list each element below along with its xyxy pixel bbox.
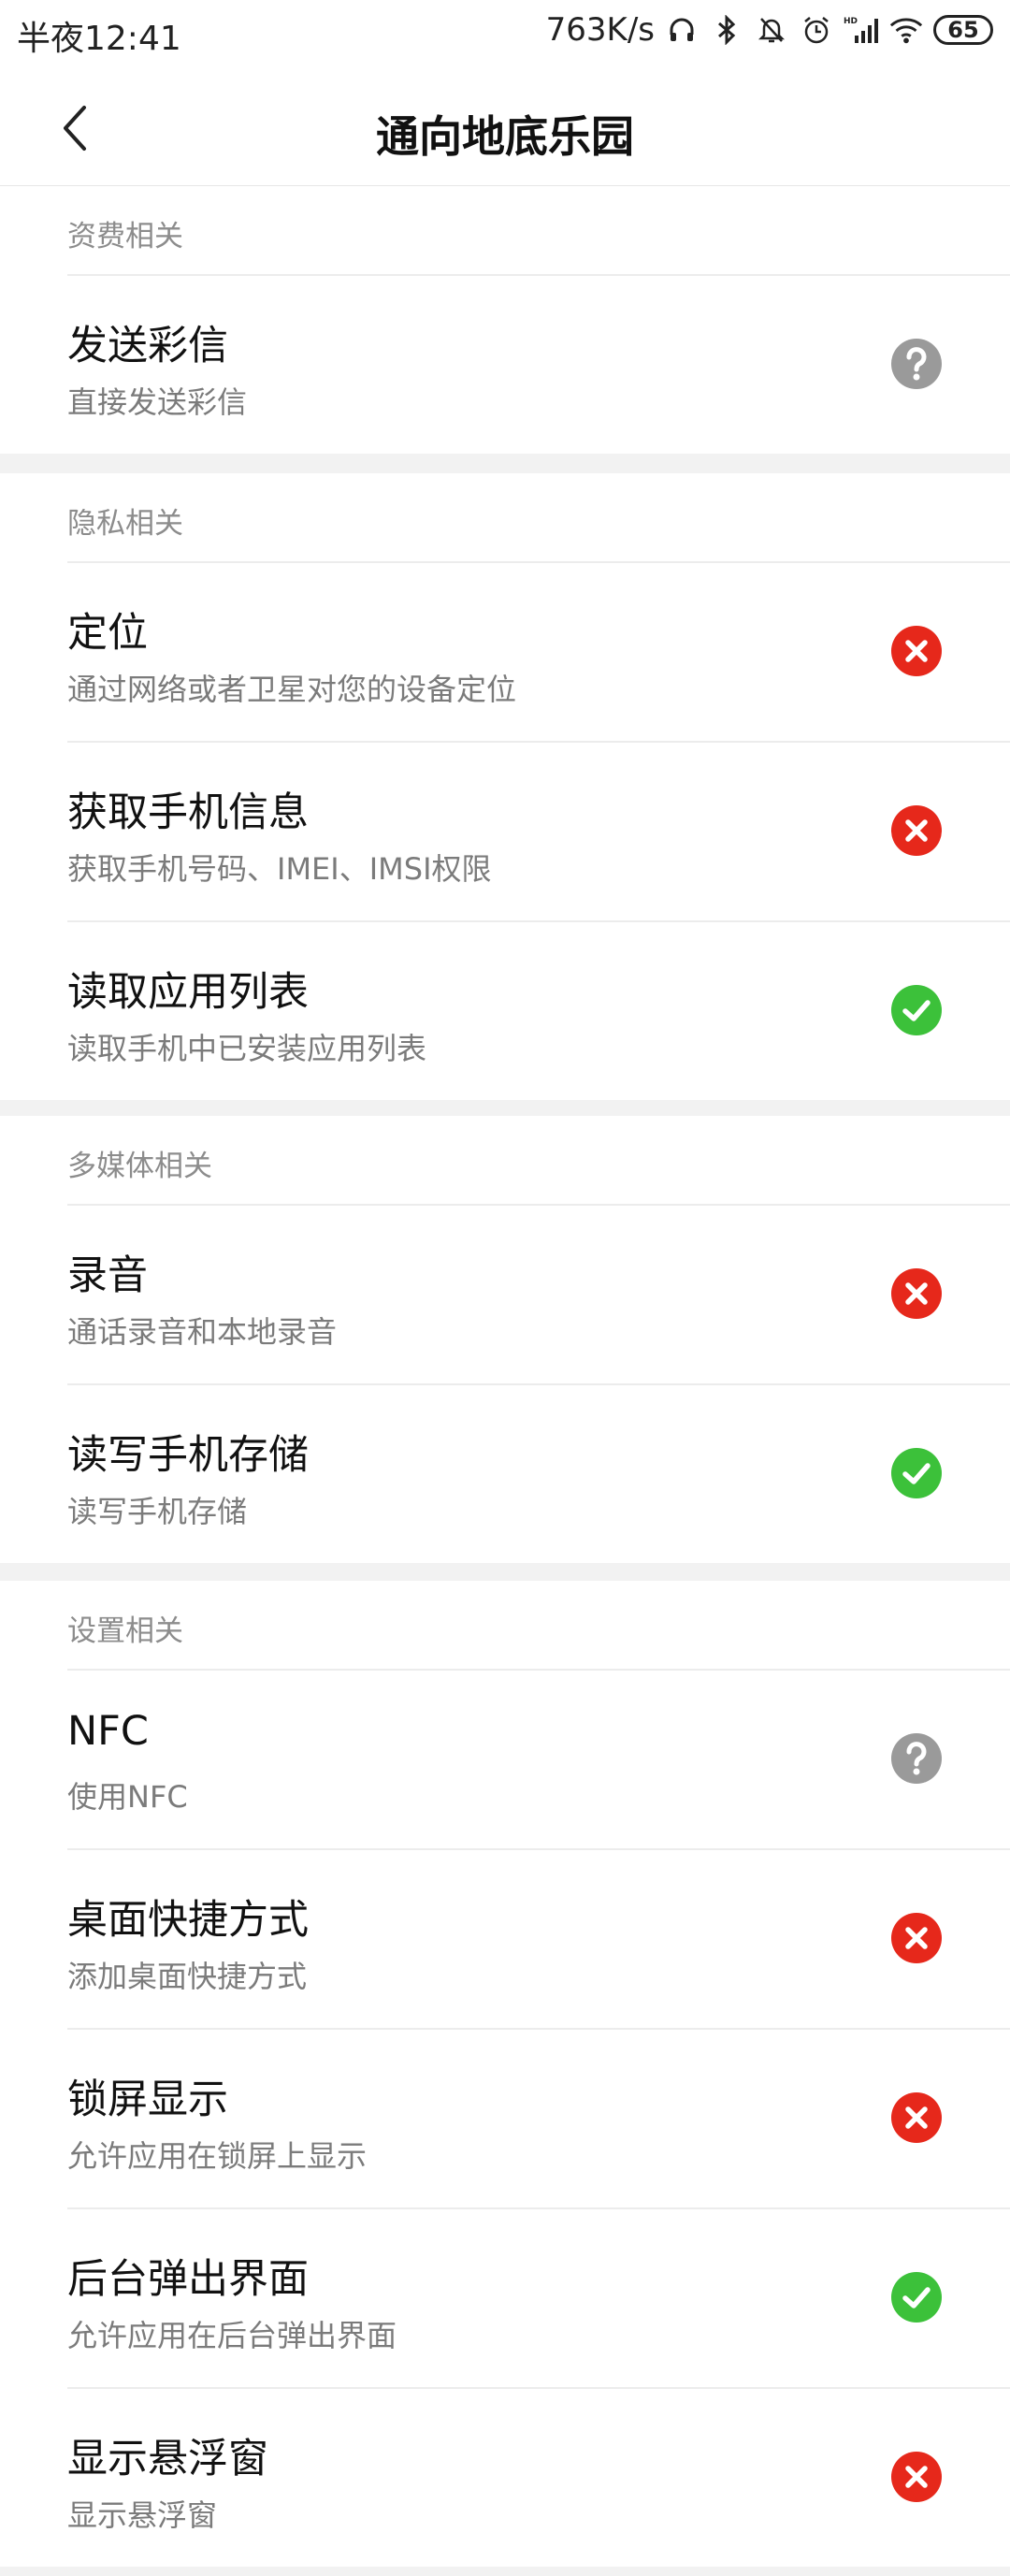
headphones-icon [664,11,700,49]
permission-title: 后台弹出界面 [67,2256,309,2303]
deny-status-icon[interactable] [890,1912,943,1964]
section-settings: 设置相关 NFC 使用NFC 桌面快捷方式 添加桌面快捷方式 锁屏显示 允许应用… [0,1581,1010,2567]
section-header: 隐私相关 [67,473,1010,563]
allow-status-icon[interactable] [890,984,943,1036]
section-privacy: 隐私相关 定位 通过网络或者卫星对您的设备定位 获取手机信息 获取手机号码、IM… [0,473,1010,1100]
section-title: 资费相关 [67,220,183,253]
permission-row-nfc[interactable]: NFC 使用NFC [67,1671,1010,1850]
permission-subtitle: 通话录音和本地录音 [67,1314,338,1350]
question-status-icon[interactable] [890,338,943,390]
svg-text:HD: HD [844,17,858,26]
alarm-icon [799,11,834,49]
status-time: 半夜12:41 [17,20,181,58]
mute-bell-icon [754,11,789,49]
deny-status-icon[interactable] [890,625,943,677]
section-header: 资费相关 [67,186,1010,276]
permission-row-record-audio[interactable]: 录音 通话录音和本地录音 [67,1206,1010,1385]
deny-status-icon[interactable] [890,804,943,857]
section-title: 多媒体相关 [67,1150,212,1183]
permission-subtitle: 允许应用在锁屏上显示 [67,2138,368,2174]
permission-title: 锁屏显示 [67,2077,228,2123]
section-title: 隐私相关 [67,507,183,541]
status-bar: 半夜12:41 763K/s HD 65 [0,0,1010,71]
section-billing: 资费相关 发送彩信 直接发送彩信 [0,186,1010,454]
deny-status-icon[interactable] [890,2091,943,2144]
permission-title: 录音 [67,1252,148,1299]
permission-row-send-mms[interactable]: 发送彩信 直接发送彩信 [67,276,1010,454]
permission-title: 获取手机信息 [67,789,309,836]
permission-subtitle: 直接发送彩信 [67,384,248,420]
permission-title: 发送彩信 [67,323,228,369]
permission-title: 读写手机存储 [67,1432,309,1479]
permission-row-desktop-shortcut[interactable]: 桌面快捷方式 添加桌面快捷方式 [67,1850,1010,2030]
section-header: 多媒体相关 [67,1116,1010,1206]
permission-subtitle: 允许应用在后台弹出界面 [67,2318,397,2353]
page-title: 通向地底乐园 [376,111,634,162]
permission-subtitle: 添加桌面快捷方式 [67,1959,308,1994]
hd-signal-icon: HD [844,11,879,49]
section-multimedia: 多媒体相关 录音 通话录音和本地录音 读写手机存储 读写手机存储 [0,1116,1010,1563]
permission-row-floating-window[interactable]: 显示悬浮窗 显示悬浮窗 [67,2389,1010,2567]
section-header: 设置相关 [67,1581,1010,1671]
battery-indicator: 65 [933,15,993,45]
deny-status-icon[interactable] [890,2451,943,2503]
title-bar: 通向地底乐园 [0,71,1010,186]
deny-status-icon[interactable] [890,1267,943,1320]
wifi-icon [888,11,924,49]
bluetooth-icon [709,11,744,49]
permission-row-app-list[interactable]: 读取应用列表 读取手机中已安装应用列表 [67,922,1010,1100]
permission-title: 定位 [67,610,148,657]
permission-row-storage[interactable]: 读写手机存储 读写手机存储 [67,1385,1010,1563]
question-status-icon[interactable] [890,1732,943,1785]
permission-title: 显示悬浮窗 [67,2436,268,2482]
permission-title: 桌面快捷方式 [67,1897,309,1944]
permission-row-background-popup[interactable]: 后台弹出界面 允许应用在后台弹出界面 [67,2209,1010,2389]
allow-status-icon[interactable] [890,1447,943,1499]
allow-status-icon[interactable] [890,2271,943,2323]
permission-row-lockscreen[interactable]: 锁屏显示 允许应用在锁屏上显示 [67,2030,1010,2209]
permission-subtitle: 通过网络或者卫星对您的设备定位 [67,672,517,707]
section-title: 设置相关 [67,1614,183,1648]
permission-title: 读取应用列表 [67,969,309,1016]
permission-subtitle: 使用NFC [67,1779,188,1815]
permission-subtitle: 获取手机号码、IMEI、IMSI权限 [67,851,492,887]
permission-title: NFC [67,1708,149,1755]
permission-row-location[interactable]: 定位 通过网络或者卫星对您的设备定位 [67,563,1010,743]
status-icons: 763K/s HD 65 [546,11,993,49]
permission-subtitle: 显示悬浮窗 [67,2497,218,2533]
permission-subtitle: 读取手机中已安装应用列表 [67,1031,427,1066]
permission-subtitle: 读写手机存储 [67,1494,248,1529]
permission-row-phone-info[interactable]: 获取手机信息 获取手机号码、IMEI、IMSI权限 [67,743,1010,922]
network-speed: 763K/s [545,11,655,49]
